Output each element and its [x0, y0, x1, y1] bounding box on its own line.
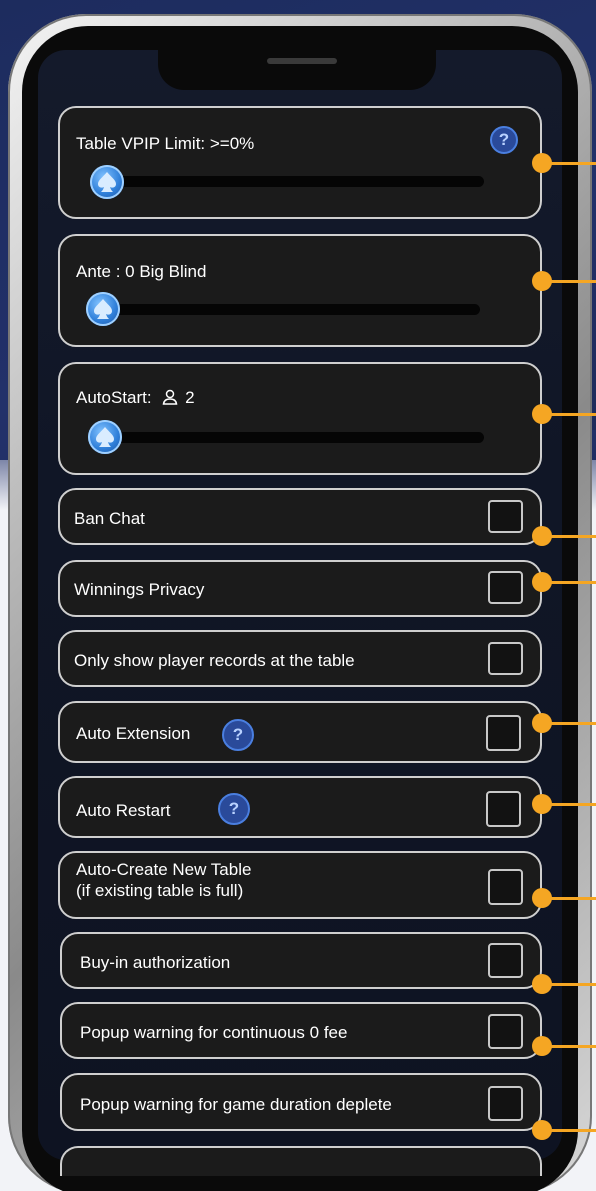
ban-chat-row[interactable]: Ban Chat — [58, 488, 542, 545]
callout-line-ante — [550, 280, 596, 283]
auto-extension-checkbox[interactable] — [486, 715, 521, 751]
vpip-limit-label: Table VPIP Limit: >=0% — [76, 134, 255, 153]
autostart-slider-track[interactable] — [108, 432, 484, 443]
buy-in-authorization-row[interactable]: Buy-in authorization — [60, 932, 542, 989]
callout-line-auto-extension — [550, 722, 596, 725]
callout-line-auto-create — [550, 897, 596, 900]
spade-icon — [94, 299, 112, 319]
vpip-slider-thumb[interactable] — [90, 165, 124, 199]
autostart-value: 2 — [185, 388, 195, 407]
autostart-card: AutoStart: 2 — [58, 362, 542, 475]
auto-restart-checkbox[interactable] — [486, 791, 521, 827]
player-records-row[interactable]: Only show player records at the table — [58, 630, 542, 687]
callout-line-winnings-privacy — [550, 581, 596, 584]
vpip-help-icon[interactable]: ? — [490, 126, 518, 154]
player-records-label: Only show player records at the table — [74, 651, 355, 670]
callout-dot-ante — [532, 271, 552, 291]
callout-line-auto-restart — [550, 803, 596, 806]
callout-line-buy-in — [550, 983, 596, 986]
zero-fee-warning-checkbox[interactable] — [488, 1014, 523, 1049]
ban-chat-checkbox[interactable] — [488, 500, 523, 533]
callout-dot-buy-in — [532, 974, 552, 994]
buy-in-authorization-label: Buy-in authorization — [80, 953, 231, 972]
spade-icon — [96, 427, 114, 447]
callout-dot-autostart — [532, 404, 552, 424]
next-card-partial — [60, 1146, 542, 1176]
ante-label: Ante : 0 Big Blind — [76, 262, 207, 281]
callout-dot-vpip — [532, 153, 552, 173]
auto-extension-row[interactable]: Auto Extension ? — [58, 701, 542, 763]
auto-create-table-checkbox[interactable] — [488, 869, 523, 905]
auto-create-table-label-line2: (if existing table is full) — [76, 881, 244, 900]
callout-line-zero-fee — [550, 1045, 596, 1048]
auto-restart-help-icon[interactable]: ? — [218, 793, 250, 825]
winnings-privacy-checkbox[interactable] — [488, 571, 523, 604]
callout-dot-zero-fee — [532, 1036, 552, 1056]
winnings-privacy-row[interactable]: Winnings Privacy — [58, 560, 542, 617]
speaker-grille — [267, 58, 337, 64]
vpip-slider-track[interactable] — [108, 176, 484, 187]
callout-line-ban-chat — [550, 535, 596, 538]
winnings-privacy-label: Winnings Privacy — [74, 580, 205, 599]
zero-fee-warning-row[interactable]: Popup warning for continuous 0 fee — [60, 1002, 542, 1059]
duration-deplete-warning-row[interactable]: Popup warning for game duration deplete — [60, 1073, 542, 1131]
callout-dot-winnings-privacy — [532, 572, 552, 592]
player-records-checkbox[interactable] — [488, 642, 523, 675]
callout-line-duration-deplete — [550, 1129, 596, 1132]
duration-deplete-warning-checkbox[interactable] — [488, 1086, 523, 1121]
callout-line-autostart — [550, 413, 596, 416]
ante-slider-thumb[interactable] — [86, 292, 120, 326]
callout-dot-auto-create — [532, 888, 552, 908]
callout-dot-auto-restart — [532, 794, 552, 814]
user-icon — [162, 389, 178, 405]
autostart-slider-thumb[interactable] — [88, 420, 122, 454]
autostart-label: AutoStart: 2 — [76, 388, 195, 408]
autostart-prefix: AutoStart: — [76, 388, 152, 407]
vpip-limit-card: Table VPIP Limit: >=0% ? — [58, 106, 542, 219]
ante-slider-track[interactable] — [108, 304, 480, 315]
auto-restart-label: Auto Restart — [76, 801, 171, 820]
buy-in-authorization-checkbox[interactable] — [488, 943, 523, 978]
callout-dot-auto-extension — [532, 713, 552, 733]
zero-fee-warning-label: Popup warning for continuous 0 fee — [80, 1023, 348, 1042]
ban-chat-label: Ban Chat — [74, 509, 145, 528]
auto-create-table-label-line1: Auto-Create New Table — [76, 860, 252, 879]
callout-line-vpip — [550, 162, 596, 165]
auto-extension-label: Auto Extension — [76, 724, 191, 743]
duration-deplete-warning-label: Popup warning for game duration deplete — [80, 1095, 392, 1114]
callout-dot-ban-chat — [532, 526, 552, 546]
auto-restart-row[interactable]: Auto Restart ? — [58, 776, 542, 838]
auto-extension-help-icon[interactable]: ? — [222, 719, 254, 751]
ante-card: Ante : 0 Big Blind — [58, 234, 542, 347]
auto-create-table-row[interactable]: Auto-Create New Table (if existing table… — [58, 851, 542, 919]
callout-dot-duration-deplete — [532, 1120, 552, 1140]
spade-icon — [98, 172, 116, 192]
phone-notch — [158, 48, 436, 90]
